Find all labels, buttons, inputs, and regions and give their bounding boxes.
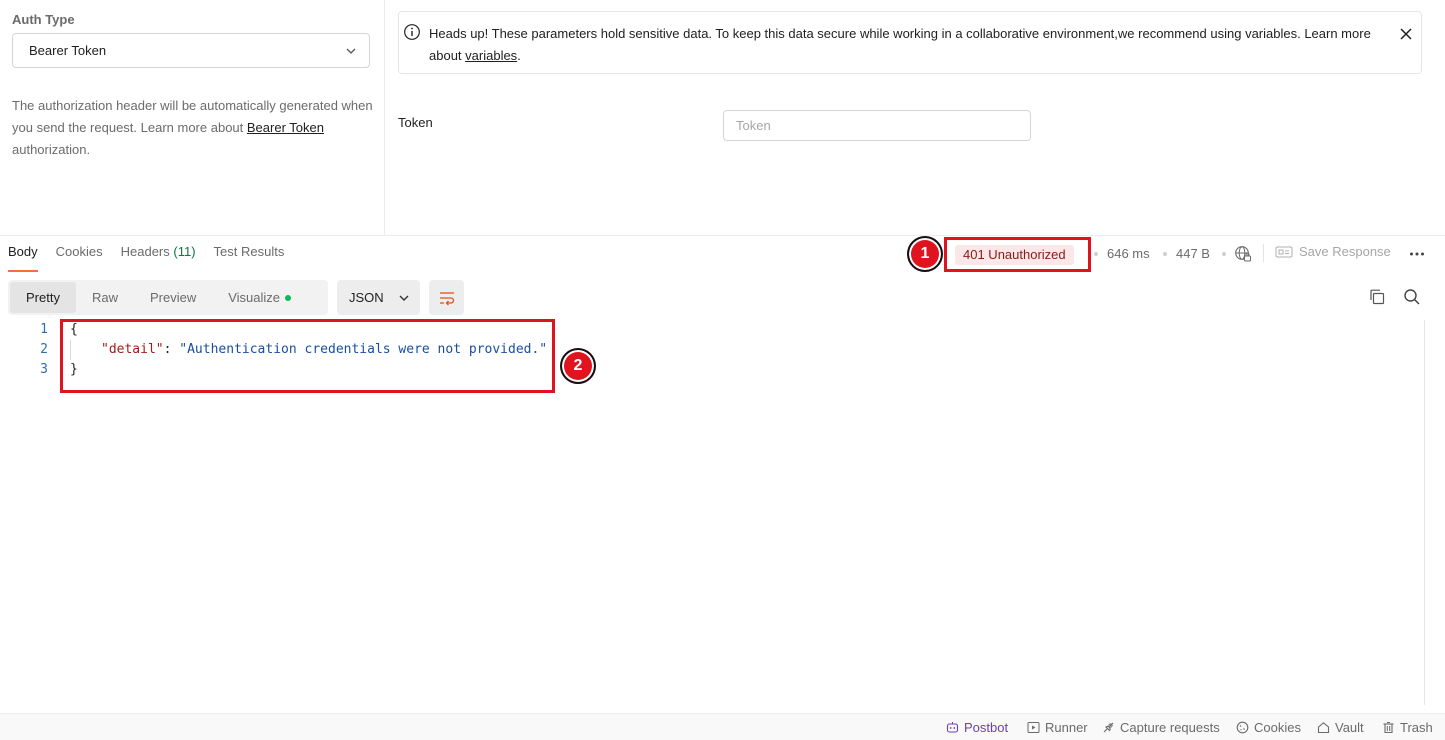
cookies-label: Cookies <box>1254 720 1301 735</box>
view-visualize[interactable]: Visualize <box>212 282 307 313</box>
annotation-marker-2: 2 <box>560 348 596 384</box>
notice-text: Heads up! These parameters hold sensitiv… <box>429 23 1389 67</box>
view-preview[interactable]: Preview <box>134 282 212 313</box>
vault-label: Vault <box>1335 720 1364 735</box>
chevron-down-icon <box>399 295 409 301</box>
response-time[interactable]: 646 ms <box>1107 246 1150 261</box>
bearer-token-link[interactable]: Bearer Token <box>247 120 324 135</box>
postbot-icon <box>946 722 959 733</box>
sensitive-data-notice: Heads up! These parameters hold sensitiv… <box>398 11 1422 74</box>
view-pretty[interactable]: Pretty <box>10 282 76 313</box>
auth-type-select[interactable]: Bearer Token <box>12 33 370 68</box>
capture-requests-button[interactable]: Capture requests <box>1102 720 1220 735</box>
cookies-button[interactable]: Cookies <box>1236 720 1301 735</box>
trash-button[interactable]: Trash <box>1382 720 1433 735</box>
cookie-icon <box>1236 721 1249 734</box>
tab-headers-label: Headers <box>120 244 170 259</box>
runner-icon <box>1027 722 1040 733</box>
runner-label: Runner <box>1045 720 1088 735</box>
globe-lock-icon[interactable] <box>1234 245 1252 263</box>
capture-label: Capture requests <box>1120 720 1220 735</box>
wrap-lines-icon <box>439 291 454 305</box>
headers-count: (11) <box>173 244 196 259</box>
search-icon[interactable] <box>1403 288 1421 306</box>
copy-icon[interactable] <box>1368 288 1386 306</box>
close-icon[interactable] <box>1397 25 1415 43</box>
runner-button[interactable]: Runner <box>1027 720 1088 735</box>
view-raw[interactable]: Raw <box>76 282 134 313</box>
trash-icon <box>1383 721 1394 734</box>
vault-button[interactable]: Vault <box>1317 720 1364 735</box>
toolbar-divider <box>1263 244 1264 262</box>
response-tabs: Body Cookies Headers (11) Test Results <box>8 244 284 272</box>
format-select[interactable]: JSON <box>337 280 420 315</box>
postbot-button[interactable]: Postbot <box>946 720 1008 735</box>
info-icon <box>404 24 420 40</box>
token-label: Token <box>398 115 433 130</box>
line-number: 1 <box>40 322 48 337</box>
wrap-lines-button[interactable] <box>429 280 464 315</box>
response-size[interactable]: 447 B <box>1176 246 1210 261</box>
annotation-marker-1: 1 <box>907 236 943 272</box>
variables-link[interactable]: variables <box>465 48 517 63</box>
meta-separator <box>1163 252 1167 256</box>
token-input[interactable] <box>723 110 1031 141</box>
status-badge[interactable]: 401 Unauthorized <box>955 245 1074 265</box>
auth-desc-text-end: authorization. <box>12 142 91 157</box>
vault-icon <box>1317 722 1330 734</box>
more-icon[interactable] <box>1408 245 1426 263</box>
view-visualize-label: Visualize <box>228 290 281 305</box>
editor-scrollbar[interactable] <box>1424 320 1425 705</box>
auth-description: The authorization header will be automat… <box>12 95 377 161</box>
auth-type-label: Auth Type <box>12 12 75 27</box>
status-highlight-box: 401 Unauthorized <box>944 237 1091 272</box>
line-number: 3 <box>40 362 48 377</box>
tab-test-results[interactable]: Test Results <box>214 244 285 272</box>
tab-cookies[interactable]: Cookies <box>56 244 103 272</box>
tab-body[interactable]: Body <box>8 244 38 272</box>
meta-separator <box>1222 252 1226 256</box>
capture-icon <box>1103 722 1114 733</box>
trash-label: Trash <box>1400 720 1433 735</box>
save-icon <box>1275 246 1293 257</box>
notice-period: . <box>517 48 521 63</box>
body-highlight-box <box>60 319 555 393</box>
auth-type-panel: Auth Type Bearer Token The authorization… <box>0 0 385 236</box>
meta-separator <box>1094 252 1098 256</box>
notice-message: Heads up! These parameters hold sensitiv… <box>429 26 1371 63</box>
auth-type-value: Bearer Token <box>29 43 107 58</box>
tab-headers[interactable]: Headers (11) <box>121 244 196 272</box>
format-value: JSON <box>349 290 384 305</box>
visualize-status-dot <box>285 294 292 301</box>
auth-params-panel: Heads up! These parameters hold sensitiv… <box>385 0 1445 236</box>
save-response-button[interactable]: Save Response <box>1275 244 1391 259</box>
line-number: 2 <box>40 342 48 357</box>
chevron-down-icon <box>346 48 356 54</box>
save-response-label: Save Response <box>1299 244 1391 259</box>
status-bar: Postbot Runner Capture requests Cookies … <box>0 713 1445 740</box>
auth-section: Auth Type Bearer Token The authorization… <box>0 0 1445 236</box>
postbot-label: Postbot <box>964 720 1009 735</box>
view-mode-switcher: Pretty Raw Preview Visualize <box>8 280 328 315</box>
